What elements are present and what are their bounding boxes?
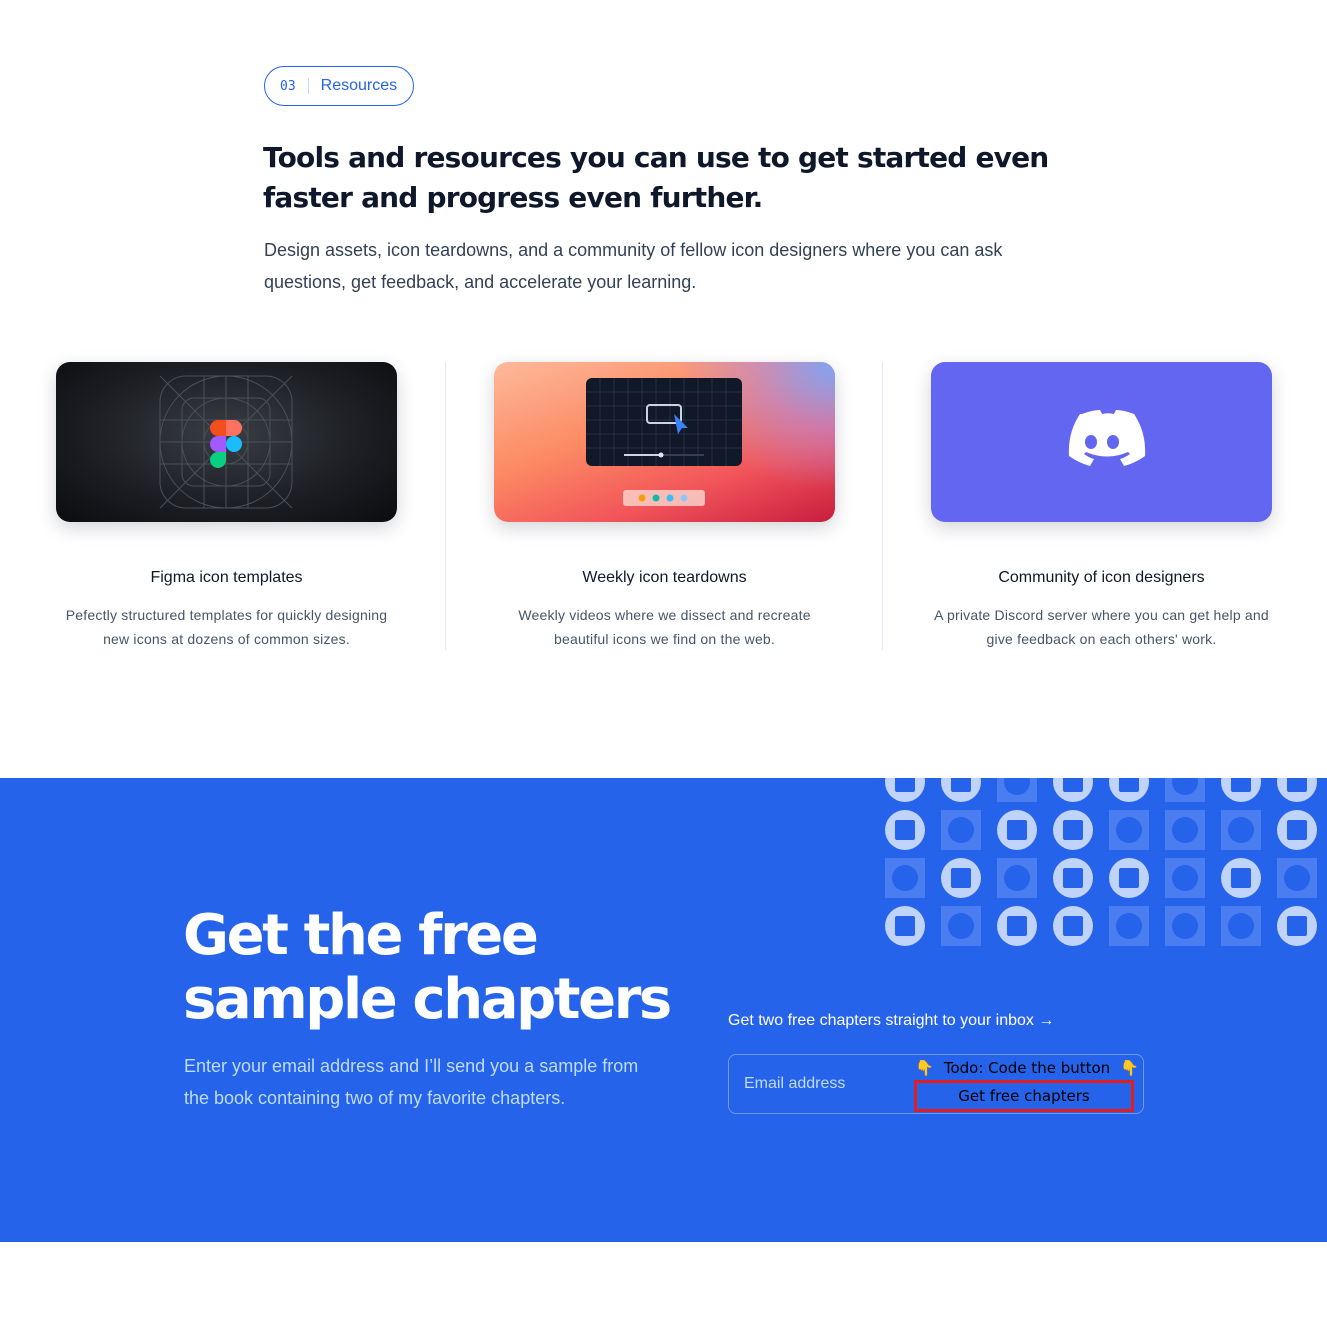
pointing-down-icon: 👇 xyxy=(1120,1059,1139,1077)
pattern-tile xyxy=(1221,906,1261,946)
pattern-tile xyxy=(1165,810,1205,850)
resource-cards: Figma icon templates Pefectly structured… xyxy=(0,362,1327,652)
section-description: Design assets, icon teardowns, and a com… xyxy=(264,240,1003,292)
section-label: Resources xyxy=(320,77,398,94)
pattern-ring xyxy=(941,778,981,802)
signup-form: 👇 Todo: Code the button 👇 Get free chapt… xyxy=(728,1054,1144,1114)
pattern-tile xyxy=(941,810,981,850)
pattern-tile xyxy=(1221,810,1261,850)
section-number: 03 xyxy=(280,78,296,94)
pattern-ring xyxy=(1109,858,1149,898)
pattern-ring xyxy=(1053,810,1093,850)
pattern-ring xyxy=(1053,778,1093,802)
card-title: Weekly icon teardowns xyxy=(582,569,747,586)
card-weekly-teardowns: Weekly icon teardowns Weekly videos wher… xyxy=(494,362,835,652)
video-player-icon xyxy=(586,378,742,506)
decorative-pattern xyxy=(885,778,1327,946)
pattern-ring xyxy=(1053,906,1093,946)
card-divider xyxy=(882,362,883,650)
pattern-ring xyxy=(1221,778,1261,802)
pattern-tile xyxy=(1109,906,1149,946)
card-description: Pefectly structured templates for quickl… xyxy=(65,607,388,647)
card-divider xyxy=(445,362,446,650)
pattern-ring xyxy=(1277,906,1317,946)
cta-title: Get the free sample chapters xyxy=(183,903,672,1032)
card-title: Community of icon designers xyxy=(998,569,1205,586)
cta-link[interactable]: Get two free chapters straight to your i… xyxy=(728,1012,1054,1030)
pattern-ring xyxy=(885,810,925,850)
pattern-ring xyxy=(1277,778,1317,802)
page-title: Tools and resources you can use to get s… xyxy=(263,141,1049,214)
pattern-ring xyxy=(997,906,1037,946)
pattern-ring xyxy=(1109,778,1149,802)
todo-text: Todo: Code the button xyxy=(943,1059,1111,1077)
email-field[interactable] xyxy=(730,1056,910,1112)
pattern-tile xyxy=(1277,858,1317,898)
pattern-tile xyxy=(1165,906,1205,946)
card-community: Community of icon designers A private Di… xyxy=(931,362,1272,652)
pattern-ring xyxy=(941,858,981,898)
discord-card-image xyxy=(931,362,1272,522)
pattern-ring xyxy=(1053,858,1093,898)
todo-note: 👇 Todo: Code the button 👇 xyxy=(915,1057,1139,1079)
figma-logo-icon xyxy=(159,375,293,509)
pattern-ring xyxy=(885,778,925,802)
cta-subtitle: Enter your email address and I’ll send y… xyxy=(184,1056,639,1108)
card-description: Weekly videos where we dissect and recre… xyxy=(518,607,811,647)
discord-icon xyxy=(1068,410,1146,466)
free-chapters-section: Get the free sample chapters Enter your … xyxy=(0,778,1327,1242)
card-description: A private Discord server where you can g… xyxy=(934,607,1269,647)
card-title: Figma icon templates xyxy=(150,569,303,586)
pointing-down-icon: 👇 xyxy=(915,1059,934,1077)
pattern-tile xyxy=(941,906,981,946)
pattern-ring xyxy=(885,906,925,946)
card-figma-templates: Figma icon templates Pefectly structured… xyxy=(56,362,397,652)
teardown-card-image xyxy=(494,362,835,522)
get-free-chapters-button[interactable]: Get free chapters xyxy=(914,1080,1134,1112)
figma-card-image xyxy=(56,362,397,522)
pattern-tile xyxy=(885,858,925,898)
pattern-tile xyxy=(1165,778,1205,802)
section-badge: 03 Resources xyxy=(264,66,414,106)
pattern-tile xyxy=(997,858,1037,898)
pattern-ring xyxy=(997,810,1037,850)
pattern-ring xyxy=(1277,810,1317,850)
pattern-ring xyxy=(1221,858,1261,898)
badge-divider xyxy=(307,78,309,94)
pattern-tile xyxy=(1165,858,1205,898)
pattern-tile xyxy=(1109,810,1149,850)
pattern-tile xyxy=(997,778,1037,802)
